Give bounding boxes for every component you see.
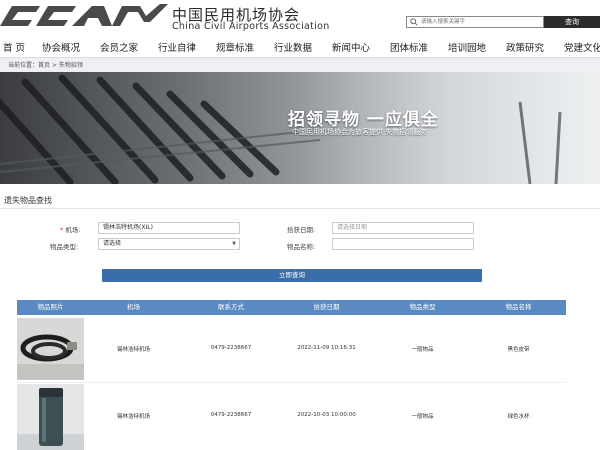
- nav-item-news[interactable]: 新闻中心: [332, 40, 370, 54]
- type-select-value: 请选择: [103, 240, 122, 247]
- item-photo-belt[interactable]: [17, 318, 84, 380]
- nav-item-self-discipline[interactable]: 行业自律: [158, 40, 196, 54]
- nav-item-about[interactable]: 协会概况: [42, 40, 80, 54]
- col-contact: 联系方式: [218, 303, 244, 311]
- nav-item-training[interactable]: 培训园地: [448, 40, 486, 54]
- breadcrumb-bar: 当前位置：首页 > 失物招领: [0, 58, 600, 72]
- nav-item-standards[interactable]: 团体标准: [390, 40, 428, 54]
- row1-phone: 0479-2238667: [210, 345, 252, 351]
- row1-date: 2022-11-09 10:16:31: [297, 345, 356, 351]
- site-header: 中国民用机场协会 China Civil Airports Associatio…: [0, 0, 600, 36]
- row1-type: 一般物品: [411, 347, 434, 353]
- col-photo: 物品照片: [37, 303, 64, 311]
- chevron-down-icon: ▼: [232, 241, 236, 247]
- item-photo-cup[interactable]: [17, 384, 84, 450]
- hero-banner: 招领寻物 一应俱全 中国民用机场协会为旅客提供 失物招领服务: [0, 72, 600, 184]
- date-label: 拾获日期:: [287, 226, 316, 234]
- site-title-en: China Civil Airports Association: [172, 21, 330, 32]
- row-divider: [17, 382, 566, 383]
- nav-item-home[interactable]: 首 页: [3, 40, 25, 54]
- logo-icon[interactable]: [0, 2, 170, 28]
- row2-airport: 锡林浩特机场: [116, 414, 150, 420]
- row2-date: 2022-10-03 10:00:00: [297, 412, 356, 418]
- main-nav: 首 页 协会概况 会员之家 行业自律 规章标准 行业数据 新闻中心 团体标准 培…: [0, 36, 600, 58]
- type-select[interactable]: 请选择 ▼: [98, 238, 240, 250]
- site-search: [406, 16, 544, 28]
- nav-item-members[interactable]: 会员之家: [100, 40, 138, 54]
- table-header: 物品照片 机场 联系方式 拾获日期 物品类型 物品名称: [17, 300, 566, 315]
- row2-phone: 0479-2238667: [210, 412, 252, 418]
- nav-item-data[interactable]: 行业数据: [274, 40, 312, 54]
- row1-airport: 锡林浩特机场: [116, 347, 150, 353]
- search-icon: [410, 18, 418, 26]
- row1-name: 黑色皮带: [507, 347, 530, 353]
- date-field[interactable]: 请选择日期: [332, 222, 474, 234]
- col-name: 物品名称: [505, 303, 532, 311]
- nav-item-regulations[interactable]: 规章标准: [216, 40, 254, 54]
- required-mark: *: [60, 226, 64, 234]
- col-date: 拾获日期: [313, 303, 340, 311]
- banner-subtitle: 中国民用机场协会为旅客提供 失物招领服务: [292, 128, 428, 136]
- type-label: 物品类型:: [50, 243, 79, 251]
- row2-type: 一般物品: [411, 414, 434, 420]
- col-airport: 机场: [127, 303, 140, 311]
- nav-item-policy[interactable]: 政策研究: [506, 40, 544, 54]
- nav-item-party[interactable]: 党建文化: [564, 40, 600, 54]
- airport-field[interactable]: 锡林浩特机场(XIL): [98, 222, 240, 234]
- query-button[interactable]: 立即查询: [102, 269, 482, 282]
- breadcrumb: 当前位置：首页 > 失物招领: [8, 62, 83, 69]
- search-input[interactable]: [421, 17, 541, 27]
- section-title: 遗失物品查找: [4, 196, 52, 205]
- col-type: 物品类型: [409, 303, 436, 311]
- name-field[interactable]: [332, 238, 474, 250]
- name-label: 物品名称:: [287, 243, 316, 251]
- row2-name: 绿色水杯: [507, 414, 530, 420]
- section-divider: [0, 208, 600, 209]
- search-button[interactable]: 查询: [544, 16, 600, 28]
- airport-label: * 机场:: [60, 226, 81, 234]
